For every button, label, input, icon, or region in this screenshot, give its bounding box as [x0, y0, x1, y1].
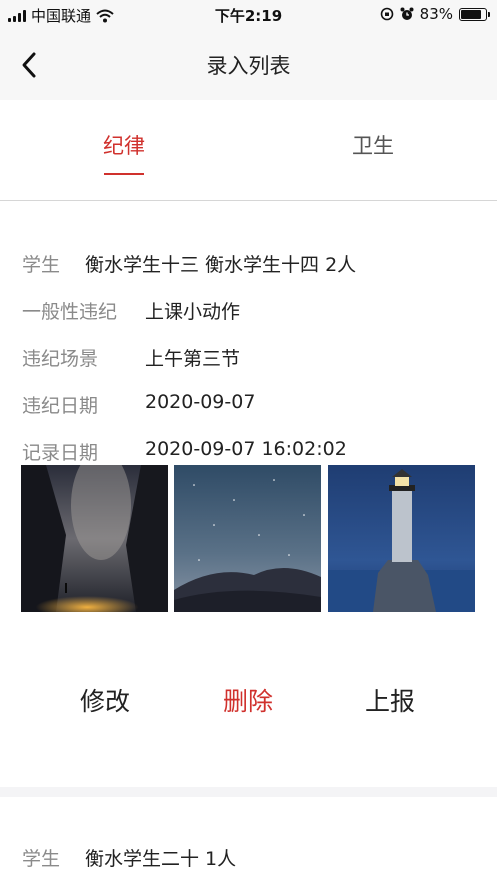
tab-discipline[interactable]: 纪律 [44, 130, 204, 160]
battery-level [461, 9, 481, 19]
battery-icon [459, 7, 490, 21]
students-field: 学生 衡水学生二十 1人 [22, 844, 236, 871]
record-card: 学生 衡水学生十三 衡水学生十四 2人 一般性违纪 上课小动作 违纪场景 上午第… [0, 202, 497, 787]
lighthouse-night-photo[interactable] [328, 465, 475, 612]
students-value: 衡水学生十三 衡水学生十四 2人 [85, 254, 357, 276]
record-date-label: 记录日期 [22, 442, 99, 464]
violation-date-value: 2020-09-07 [145, 391, 256, 413]
status-right: 83% [380, 5, 490, 23]
report-button[interactable]: 上报 [330, 682, 450, 718]
alarm-icon [400, 7, 414, 20]
violation-date-label: 违纪日期 [22, 395, 99, 417]
students-label: 学生 [22, 848, 61, 870]
status-bar: 中国联通 下午2:19 83% [0, 0, 497, 30]
violation-scene-field: 违纪场景 上午第三节 [22, 344, 240, 371]
tab-bar: 纪律 卫生 [0, 100, 497, 201]
students-field: 学生 衡水学生十三 衡水学生十四 2人 [22, 250, 356, 277]
orientation-lock-icon [380, 7, 393, 21]
delete-button[interactable]: 删除 [188, 682, 308, 718]
battery-percentage: 83% [419, 5, 453, 23]
students-label: 学生 [22, 254, 61, 276]
edit-button[interactable]: 修改 [45, 682, 165, 718]
violation-scene-label: 违纪场景 [22, 348, 99, 370]
tab-hygiene[interactable]: 卫生 [293, 130, 453, 160]
violation-type-field: 一般性违纪 上课小动作 [22, 297, 240, 324]
milky-way-canyon-photo[interactable] [21, 465, 168, 612]
page-title: 录入列表 [206, 54, 291, 78]
students-value: 衡水学生二十 1人 [85, 848, 237, 870]
record-card: 学生 衡水学生二十 1人 [0, 797, 497, 883]
violation-date-field: 违纪日期 2020-09-07 [22, 391, 255, 418]
card-separator [0, 787, 497, 797]
record-date-field: 记录日期 2020-09-07 16:02:02 [22, 438, 347, 465]
navigation-bar: 录入列表 [0, 30, 497, 100]
violation-type-value: 上课小动作 [145, 301, 241, 323]
active-tab-indicator [104, 173, 144, 175]
record-date-value: 2020-09-07 16:02:02 [145, 438, 347, 460]
desert-night-sky-photo[interactable] [174, 465, 321, 612]
violation-scene-value: 上午第三节 [145, 348, 241, 370]
violation-type-label: 一般性违纪 [22, 301, 118, 323]
